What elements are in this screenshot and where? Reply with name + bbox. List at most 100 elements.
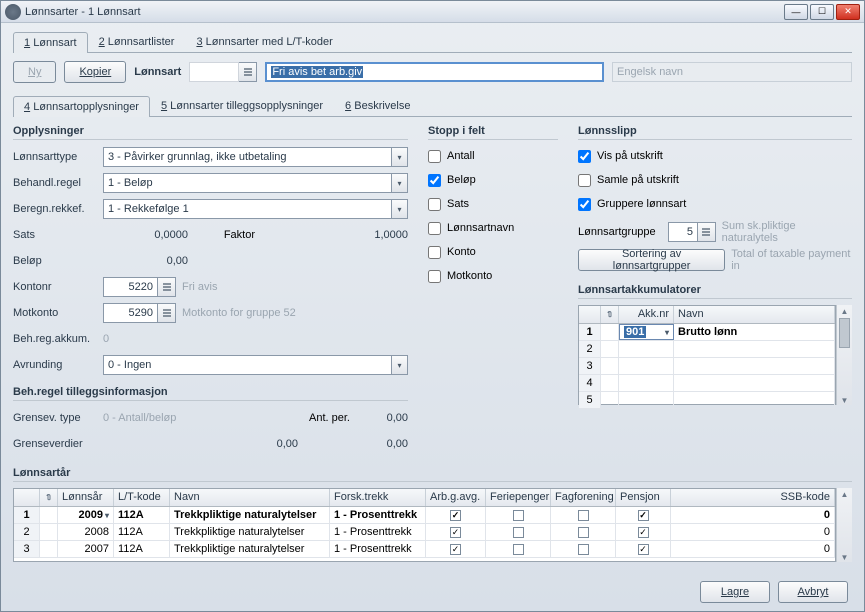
checkbox-cell[interactable]: ✓ — [638, 510, 649, 521]
faktor-value: 1,0000 — [263, 229, 408, 241]
checkbox-cell[interactable]: ✓ — [450, 510, 461, 521]
akk-col-navn[interactable]: Navn — [674, 306, 835, 323]
subtab-opplysninger[interactable]: 4 Lønnsartopplysninger — [13, 96, 150, 117]
stopp-0-checkbox[interactable] — [428, 150, 441, 163]
yr-col-lt[interactable]: L/T-kode — [114, 489, 170, 506]
motkonto-input[interactable] — [103, 303, 158, 323]
yr-col-forsk[interactable]: Forsk.trekk — [330, 489, 426, 506]
konto-picker[interactable] — [158, 277, 176, 297]
checkbox-cell[interactable] — [578, 527, 589, 538]
close-button[interactable]: ✕ — [836, 4, 860, 20]
avr-select[interactable] — [103, 355, 392, 375]
akk-row[interactable]: 4 — [579, 375, 835, 392]
akk-row[interactable]: 2 — [579, 341, 835, 358]
konto-input[interactable] — [103, 277, 158, 297]
yr-col-ar[interactable]: Lønnsår — [58, 489, 114, 506]
yr-col-fer[interactable]: Feriepenger — [486, 489, 551, 506]
sortering-button[interactable]: Sortering av lønnsartgrupper — [578, 249, 725, 271]
lonnsartar-heading: Lønnsartår — [13, 467, 852, 482]
avr-dropdown-button[interactable] — [392, 355, 408, 375]
new-button[interactable]: Ny — [13, 61, 56, 83]
checkbox-cell[interactable]: ✓ — [450, 527, 461, 538]
stopp-0-label: Antall — [447, 150, 475, 162]
grensev-type-value: 0 - Antall/beløp — [103, 412, 176, 424]
stopp-3-checkbox[interactable] — [428, 222, 441, 235]
stopp-5-checkbox[interactable] — [428, 270, 441, 283]
checkbox-cell[interactable]: ✓ — [450, 544, 461, 555]
ber-select[interactable] — [103, 199, 392, 219]
sortering-helper: Total of taxable payment in — [731, 248, 852, 272]
checkbox-cell[interactable]: ✓ — [638, 544, 649, 555]
chevron-down-icon[interactable]: ▾ — [665, 328, 669, 337]
lonnsartgruppe-label: Lønnsartgruppe — [578, 226, 668, 238]
slip-2-checkbox[interactable] — [578, 198, 591, 211]
yr-row[interactable]: 22008112ATrekkpliktige naturalytelser1 -… — [14, 524, 835, 541]
akk-heading: Lønnsartakkumulatorer — [578, 284, 852, 299]
yr-col-fag[interactable]: Fagforening — [551, 489, 616, 506]
akk-row[interactable]: 3 — [579, 358, 835, 375]
minimize-button[interactable]: — — [784, 4, 808, 20]
checkbox-cell[interactable] — [578, 544, 589, 555]
yr-col-pen[interactable]: Pensjon — [616, 489, 671, 506]
lonnsart-code-input[interactable] — [189, 62, 239, 82]
yr-col-ssb[interactable]: SSB-kode — [671, 489, 835, 506]
motkonto-picker[interactable] — [158, 303, 176, 323]
ber-dropdown-button[interactable] — [392, 199, 408, 219]
stopp-4-checkbox[interactable] — [428, 246, 441, 259]
beh-dropdown-button[interactable] — [392, 173, 408, 193]
cancel-button[interactable]: Avbryt — [778, 581, 848, 603]
tab-lonnsartlister[interactable]: 2 Lønnsartlister — [88, 31, 186, 52]
akk-scrollbar[interactable]: ▲▼ — [836, 305, 852, 405]
lonnsartgruppe-picker[interactable] — [698, 222, 716, 242]
lonnsart-label: Lønnsart — [134, 66, 181, 78]
main-tabstrip: 1 Lønnsart 2 Lønnsartlister 3 Lønnsarter… — [13, 31, 852, 53]
yr-col-navn[interactable]: Navn — [170, 489, 330, 506]
type-dropdown-button[interactable] — [392, 147, 408, 167]
stopp-heading: Stopp i felt — [428, 125, 558, 140]
checkbox-cell[interactable] — [578, 510, 589, 521]
maximize-button[interactable]: ☐ — [810, 4, 834, 20]
yr-col-arb[interactable]: Arb.g.avg. — [426, 489, 486, 506]
stopp-1-checkbox[interactable] — [428, 174, 441, 187]
stopp-4-label: Konto — [447, 246, 476, 258]
lonnsartgruppe-helper: Sum sk.pliktige naturalytels — [722, 220, 852, 244]
lonnsartgruppe-input[interactable] — [668, 222, 698, 242]
bra-label: Beh.reg.akkum. — [13, 333, 103, 345]
slip-0-checkbox[interactable] — [578, 150, 591, 163]
akk-col-nr[interactable]: Akk.nr — [619, 306, 674, 323]
checkbox-cell[interactable] — [513, 510, 524, 521]
stopp-3-label: Lønnsartnavn — [447, 222, 514, 234]
grensev-type-label: Grensev. type — [13, 412, 103, 424]
copy-button[interactable]: Kopier — [64, 61, 126, 83]
titlebar[interactable]: Lønnsarter - 1 Lønnsart — ☐ ✕ — [1, 1, 864, 23]
lonnsart-picker-button[interactable] — [239, 62, 257, 82]
motkonto-helper: Motkonto for gruppe 52 — [182, 307, 296, 319]
akk-grid[interactable]: Akk.nr Navn 1901▾Brutto lønn2345 — [578, 305, 836, 405]
tab-lonnsart[interactable]: 1 Lønnsart — [13, 32, 88, 53]
type-select[interactable] — [103, 147, 392, 167]
checkbox-cell[interactable]: ✓ — [638, 527, 649, 538]
stopp-2-checkbox[interactable] — [428, 198, 441, 211]
save-button[interactable]: Lagre — [700, 581, 770, 603]
yr-row[interactable]: 12009 ▾112ATrekkpliktige naturalytelser1… — [14, 507, 835, 524]
yr-grid[interactable]: Lønnsår L/T-kode Navn Forsk.trekk Arb.g.… — [13, 488, 836, 562]
window-title: Lønnsarter - 1 Lønnsart — [25, 6, 784, 18]
attachment-icon — [605, 308, 615, 318]
checkbox-cell[interactable] — [513, 527, 524, 538]
tab-lonnsarter-lt[interactable]: 3 Lønnsarter med L/T-koder — [185, 31, 343, 52]
beh-select[interactable] — [103, 173, 392, 193]
akk-row[interactable]: 5 — [579, 392, 835, 409]
checkbox-cell[interactable] — [513, 544, 524, 555]
lonnsart-name-input[interactable]: Fri avis bet arb.giv — [265, 62, 604, 82]
antper-label: Ant. per. — [278, 412, 358, 424]
subtab-beskrivelse[interactable]: 6 Beskrivelse — [334, 95, 421, 116]
subtab-tillegg[interactable]: 5 Lønnsarter tilleggsopplysninger — [150, 95, 334, 116]
yr-scrollbar[interactable]: ▲▼ — [836, 488, 852, 562]
yr-row[interactable]: 32007112ATrekkpliktige naturalytelser1 -… — [14, 541, 835, 558]
chevron-down-icon[interactable]: ▾ — [105, 511, 109, 520]
akk-row[interactable]: 1901▾Brutto lønn — [579, 324, 835, 341]
stopp-list: AntallBeløpSatsLønnsartnavnKontoMotkonto — [428, 146, 558, 290]
english-name-input[interactable]: Engelsk navn — [612, 62, 852, 82]
slip-1-checkbox[interactable] — [578, 174, 591, 187]
toolbar: Ny Kopier Lønnsart Fri avis bet arb.giv … — [13, 61, 852, 83]
